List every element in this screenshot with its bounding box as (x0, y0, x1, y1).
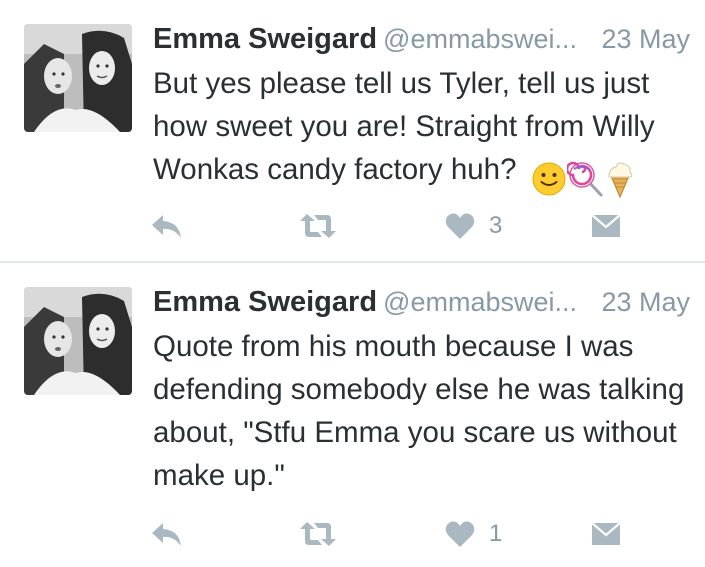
like-button[interactable]: 1 (445, 516, 502, 552)
lollipop-emoji (566, 161, 602, 197)
like-count: 3 (489, 212, 503, 239)
retweet-button[interactable] (298, 516, 338, 552)
tweet-text: But yes please tell us Tyler, tell us ju… (153, 62, 701, 199)
envelope-icon (591, 522, 621, 545)
author-handle[interactable]: @emmabswei... (383, 24, 577, 54)
retweet-icon (300, 522, 336, 546)
direct-message-button[interactable] (590, 208, 622, 244)
ice-cream-emoji (607, 162, 632, 199)
retweet-icon (300, 214, 336, 238)
reply-button[interactable] (150, 516, 184, 552)
tweet-header: Emma Sweigard @emmabswei... 23 May (153, 282, 698, 322)
author-name[interactable]: Emma Sweigard (153, 286, 377, 318)
tweet-actions: 1 (150, 516, 630, 552)
heart-icon (445, 521, 475, 547)
like-count: 1 (489, 520, 503, 547)
avatar[interactable] (24, 24, 132, 132)
tweet-text: Quote from his mouth because I was defen… (153, 325, 701, 497)
direct-message-button[interactable] (590, 516, 622, 552)
tweet-date[interactable]: 23 May (601, 282, 690, 322)
reply-icon (152, 215, 181, 238)
reply-button[interactable] (150, 208, 184, 244)
tweet[interactable]: Emma Sweigard @emmabswei... 23 May But ye… (0, 0, 705, 262)
tweet-date[interactable]: 23 May (601, 19, 690, 59)
author-handle[interactable]: @emmabswei... (383, 287, 577, 317)
slightly-smiling-face-emoji (532, 162, 565, 196)
reply-icon (152, 523, 181, 546)
like-button[interactable]: 3 (445, 208, 502, 244)
retweet-button[interactable] (298, 208, 338, 244)
tweet-actions: 3 (150, 208, 630, 244)
heart-icon (445, 213, 475, 239)
tweet-header: Emma Sweigard @emmabswei... 23 May (153, 19, 698, 59)
avatar[interactable] (24, 287, 132, 395)
envelope-icon (591, 214, 621, 237)
tweet-text-content: Quote from his mouth because I was defen… (153, 330, 685, 492)
emoji-group (531, 156, 635, 199)
author-name[interactable]: Emma Sweigard (153, 23, 377, 55)
tweet[interactable]: Emma Sweigard @emmabswei... 23 May Quote … (0, 263, 705, 567)
